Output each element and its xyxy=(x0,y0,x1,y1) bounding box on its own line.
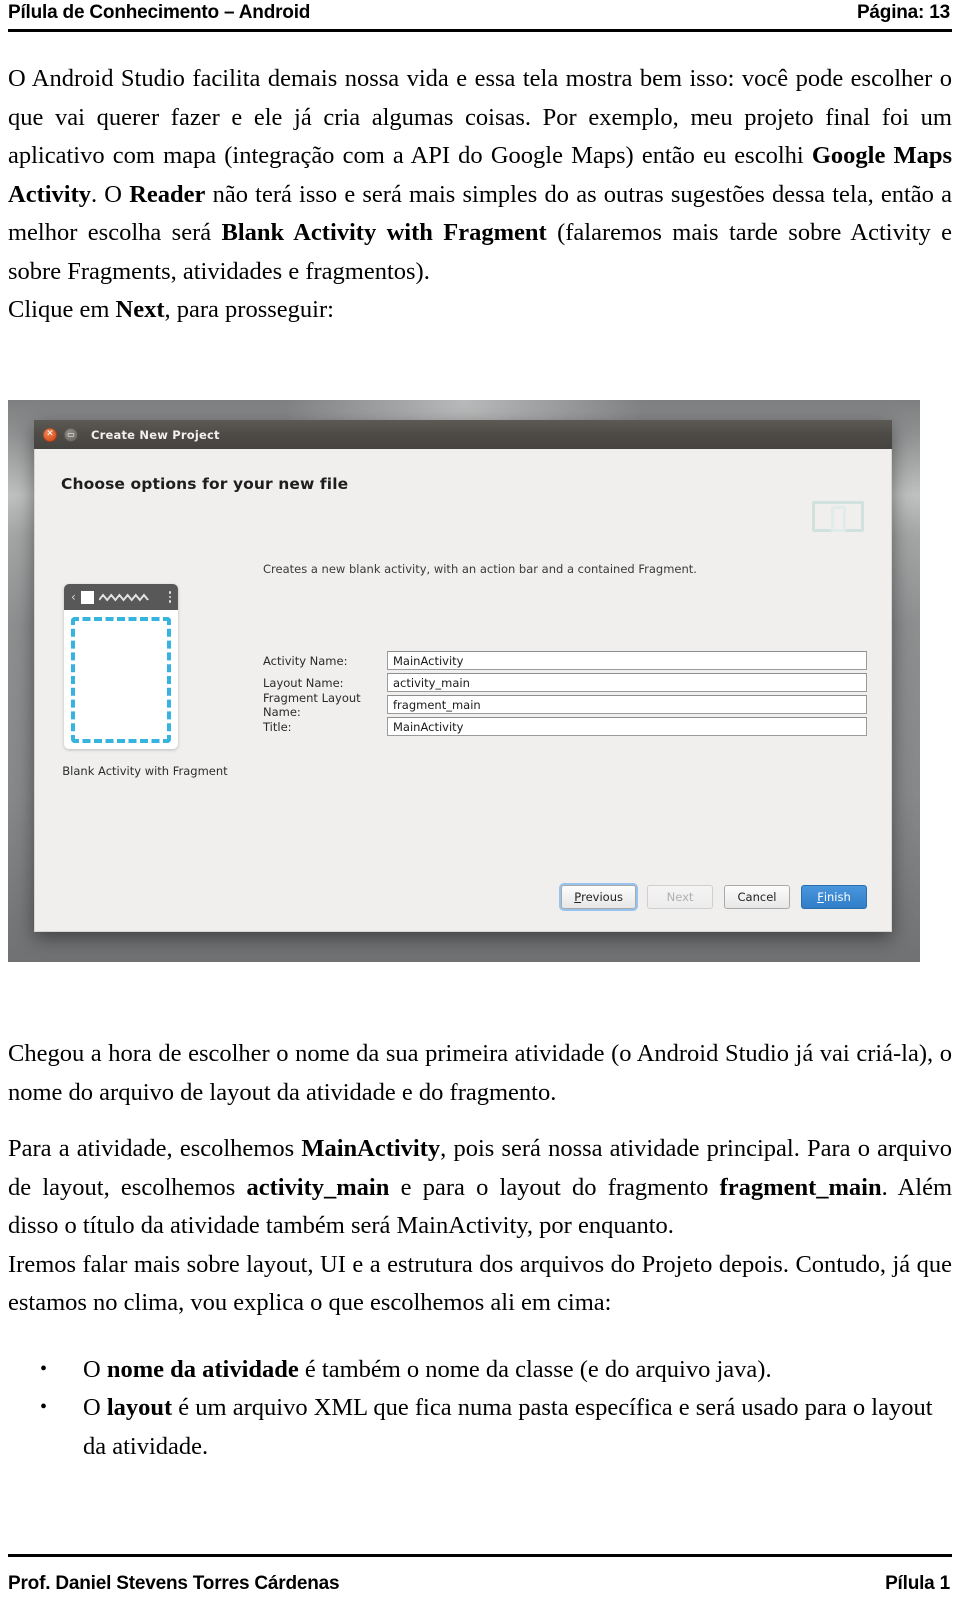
footer-divider xyxy=(8,1554,952,1557)
bullet-activity-name-part2: é também o nome da classe (e do arquivo … xyxy=(298,1355,772,1383)
label-activity-name: Activity Name: xyxy=(263,653,348,668)
input-layout-name[interactable]: activity_main xyxy=(387,673,867,692)
emphasis-mainactivity: MainActivity xyxy=(301,1135,441,1162)
paragraph-intro-part2: . O xyxy=(91,180,130,208)
devices-watermark-icon xyxy=(812,497,864,532)
minimize-icon[interactable]: ▭ xyxy=(64,427,78,442)
field-row-fragment-layout-name: Fragment Layout Name: fragment_main xyxy=(263,691,867,719)
finish-button[interactable]: Finish xyxy=(801,885,867,909)
dialog-titlebar: ✕ ▭ Create New Project xyxy=(34,420,892,449)
options-form: Activity Name: MainActivity Layout Name:… xyxy=(263,650,867,738)
paragraph-intro: O Android Studio facilita demais nossa v… xyxy=(8,60,952,291)
label-title: Title: xyxy=(263,719,292,734)
document-body-top: O Android Studio facilita demais nossa v… xyxy=(8,60,952,330)
paragraph-click-next-part2: , para prosseguir: xyxy=(164,296,334,323)
phone-outline-icon xyxy=(831,506,846,532)
input-fragment-layout-name[interactable]: fragment_main xyxy=(387,695,867,714)
preview-action-bar: ‹ xyxy=(64,584,178,610)
label-layout-name: Layout Name: xyxy=(263,675,344,690)
dialog-heading: Choose options for your new file xyxy=(61,475,349,493)
emphasis-nome-da-atividade: nome da atividade xyxy=(106,1355,299,1383)
paragraph-mainactivity-part1: Para a atividade, escolhemos xyxy=(8,1135,302,1162)
input-title[interactable]: MainActivity xyxy=(387,717,867,736)
list-item: O layout é um arquivo XML que fica numa … xyxy=(8,1388,952,1466)
page-footer: Prof. Daniel Stevens Torres Cárdenas Píl… xyxy=(0,1573,960,1595)
dialog-title: Create New Project xyxy=(91,427,220,442)
finish-button-rest: inish xyxy=(823,890,851,904)
paragraph-click-next: Clique em Next, para prosseguir: xyxy=(8,291,952,330)
cancel-button[interactable]: Cancel xyxy=(724,885,790,909)
emphasis-layout: layout xyxy=(106,1394,173,1421)
fragment-placeholder-outline xyxy=(71,617,171,743)
next-button[interactable]: Next xyxy=(647,885,713,909)
paragraph-layout-ui: Iremos falar mais sobre layout, UI e a e… xyxy=(8,1250,952,1317)
footer-author: Prof. Daniel Stevens Torres Cárdenas xyxy=(8,1573,340,1594)
input-activity-name[interactable]: MainActivity xyxy=(387,651,867,670)
paragraph-mainactivity-part3: e para o layout do fragmento xyxy=(389,1173,720,1201)
header-divider xyxy=(8,29,952,32)
bullet-layout-part2: é um arquivo XML que fica numa pasta esp… xyxy=(83,1394,933,1460)
previous-button-rest: revious xyxy=(581,890,623,904)
template-description: Creates a new blank activity, with an ac… xyxy=(263,562,697,576)
footer-label: Pílula 1 xyxy=(885,1573,950,1594)
emphasis-next: Next xyxy=(115,296,165,323)
header-title: Pílula de Conhecimento – Android xyxy=(8,2,311,23)
bullet-list: O nome da atividade é também o nome da c… xyxy=(8,1350,952,1467)
close-icon[interactable]: ✕ xyxy=(43,427,57,442)
emphasis-activity-main: activity_main xyxy=(246,1173,390,1201)
create-new-project-dialog: ✕ ▭ Create New Project Choose options fo… xyxy=(34,420,892,932)
document-body-bottom: Chegou a hora de escolher o nome da sua … xyxy=(8,1035,952,1466)
paragraph-click-next-part1: Clique em xyxy=(8,296,116,323)
previous-button[interactable]: Previous xyxy=(561,885,636,909)
dialog-body: Choose options for your new file Creates… xyxy=(34,449,892,932)
label-fragment-layout-name: Fragment Layout Name: xyxy=(263,690,361,719)
paragraph-mainactivity: Para a atividade, escolhemos MainActivit… xyxy=(8,1130,952,1246)
bullet-layout-part1: O xyxy=(83,1394,107,1421)
app-icon-placeholder xyxy=(80,590,94,604)
header-page-number: Página: 13 xyxy=(856,2,950,23)
paragraph-intro-part1: O Android Studio facilita demais nossa v… xyxy=(8,65,952,169)
emphasis-blank-activity-with-fragment: Blank Activity with Fragment xyxy=(221,219,547,246)
template-preview-card[interactable]: ‹ xyxy=(64,584,178,749)
emphasis-fragment-main: fragment_main xyxy=(719,1173,882,1201)
field-row-activity-name: Activity Name: MainActivity xyxy=(263,650,867,671)
screenshot-figure: ✕ ▭ Create New Project Choose options fo… xyxy=(8,400,920,962)
dialog-button-bar: Previous Next Cancel Finish xyxy=(561,885,867,909)
template-caption: Blank Activity with Fragment xyxy=(62,764,228,778)
field-row-title: Title: MainActivity xyxy=(263,716,867,737)
back-arrow-icon: ‹ xyxy=(71,590,76,604)
bullet-activity-name-part1: O xyxy=(83,1355,107,1383)
list-item: O nome da atividade é também o nome da c… xyxy=(8,1350,952,1390)
paragraph-choose-name: Chegou a hora de escolher o nome da sua … xyxy=(8,1040,952,1106)
overflow-menu-icon xyxy=(168,591,171,603)
emphasis-reader: Reader xyxy=(129,180,206,208)
title-placeholder-zigzag-icon xyxy=(98,593,149,602)
